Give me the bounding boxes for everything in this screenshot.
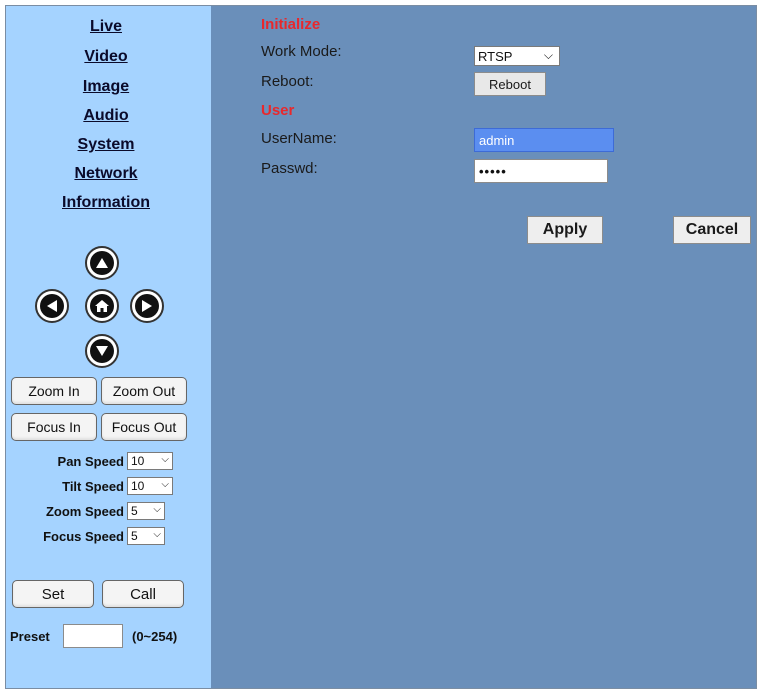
zoom-in-button[interactable]: Zoom In [11, 377, 97, 405]
pan-speed-select[interactable]: 10 ⌵ [127, 452, 173, 470]
nav-audio[interactable]: Audio [6, 107, 206, 125]
arrow-left-icon [40, 294, 64, 318]
chevron-down-icon: ⌵ [161, 479, 169, 490]
home-icon [90, 294, 114, 318]
section-title-initialize: Initialize [261, 16, 321, 33]
pan-speed-value: 10 [131, 454, 145, 468]
zoom-out-button[interactable]: Zoom Out [101, 377, 187, 405]
nav-image[interactable]: Image [6, 78, 206, 96]
nav-information[interactable]: Information [6, 194, 206, 212]
username-input[interactable]: admin [474, 128, 614, 152]
preset-input[interactable] [63, 624, 123, 648]
tilt-speed-value: 10 [131, 479, 145, 493]
cancel-button[interactable]: Cancel [673, 216, 751, 244]
zoom-speed-value: 5 [131, 504, 138, 518]
sidebar: Live Video Image Audio System Network In… [6, 6, 211, 688]
preset-set-button[interactable]: Set [12, 580, 94, 608]
focus-speed-value: 5 [131, 529, 138, 543]
tilt-speed-select[interactable]: 10 ⌵ [127, 477, 173, 495]
passwd-input[interactable]: ••••• [474, 159, 608, 183]
nav-network[interactable]: Network [6, 165, 206, 183]
chevron-down-icon: ⌵ [161, 454, 169, 465]
focus-speed-label: Focus Speed [43, 529, 124, 544]
work-mode-select[interactable]: RTSP ⌵ [474, 46, 560, 66]
focus-in-button[interactable]: Focus In [11, 413, 97, 441]
arrow-up-icon [90, 251, 114, 275]
username-label: UserName: [261, 130, 337, 147]
ptz-down-button[interactable] [85, 334, 119, 368]
settings-panel: Initialize Work Mode: RTSP ⌵ Reboot: Reb… [211, 6, 756, 688]
arrow-right-icon [135, 294, 159, 318]
passwd-label: Passwd: [261, 160, 318, 177]
nav-video[interactable]: Video [6, 48, 206, 66]
zoom-speed-label: Zoom Speed [45, 504, 124, 519]
ptz-home-button[interactable] [85, 289, 119, 323]
reboot-button[interactable]: Reboot [474, 72, 546, 96]
focus-speed-select[interactable]: 5 ⌵ [127, 527, 165, 545]
work-mode-value: RTSP [478, 48, 513, 64]
tilt-speed-label: Tilt Speed [62, 479, 124, 494]
pan-speed-label: Pan Speed [57, 454, 124, 469]
app-frame: Live Video Image Audio System Network In… [5, 5, 757, 689]
preset-range: (0~254) [132, 629, 178, 644]
focus-out-button[interactable]: Focus Out [101, 413, 187, 441]
arrow-down-icon [90, 339, 114, 363]
work-mode-label: Work Mode: [261, 43, 342, 60]
chevron-down-icon: ⌵ [543, 48, 553, 62]
chevron-down-icon: ⌵ [153, 504, 161, 515]
apply-button[interactable]: Apply [527, 216, 603, 244]
chevron-down-icon: ⌵ [153, 529, 161, 540]
preset-call-button[interactable]: Call [102, 580, 184, 608]
reboot-label: Reboot: [261, 73, 314, 90]
ptz-right-button[interactable] [130, 289, 164, 323]
ptz-left-button[interactable] [35, 289, 69, 323]
zoom-speed-select[interactable]: 5 ⌵ [127, 502, 165, 520]
section-title-user: User [261, 102, 295, 119]
preset-label: Preset [10, 629, 50, 644]
nav-system[interactable]: System [6, 136, 206, 154]
nav-live[interactable]: Live [6, 18, 206, 36]
ptz-up-button[interactable] [85, 246, 119, 280]
